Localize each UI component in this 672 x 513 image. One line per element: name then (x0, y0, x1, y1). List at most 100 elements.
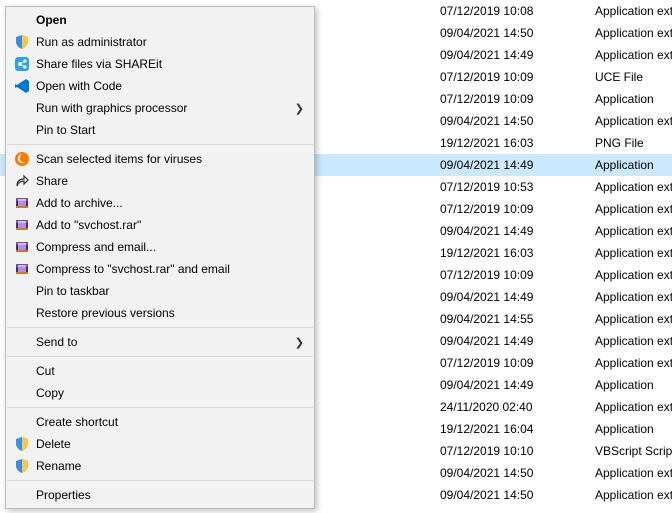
menu-separator (7, 480, 313, 481)
winrar-icon (12, 216, 32, 234)
menu-separator (7, 356, 313, 357)
menu-item-label: Copy (32, 386, 304, 400)
menu-item-label: Compress to "svchost.rar" and email (32, 262, 304, 276)
shield-icon (12, 457, 32, 475)
menu-item[interactable]: Create shortcut (6, 411, 314, 433)
file-date: 07/12/2019 10:09 (440, 268, 595, 282)
menu-item-label: Pin to taskbar (32, 284, 304, 298)
file-date: 19/12/2021 16:04 (440, 422, 595, 436)
file-type: Application extens... (595, 466, 672, 480)
file-type: Application (595, 378, 672, 392)
file-date: 09/04/2021 14:49 (440, 224, 595, 238)
file-type: Application extens... (595, 268, 672, 282)
menu-item[interactable]: Rename (6, 455, 314, 477)
blank-icon (12, 486, 32, 504)
file-date: 09/04/2021 14:50 (440, 26, 595, 40)
blank-icon (12, 304, 32, 322)
menu-item-label: Create shortcut (32, 415, 304, 429)
menu-item-label: Send to (32, 335, 290, 349)
menu-item-label: Run as administrator (32, 35, 304, 49)
file-date: 09/04/2021 14:49 (440, 48, 595, 62)
blank-icon (12, 121, 32, 139)
file-type: VBScript Script File (595, 444, 672, 458)
file-type: Application extens... (595, 180, 672, 194)
blank-icon (12, 333, 32, 351)
file-type: Application extens... (595, 400, 672, 414)
menu-item[interactable]: Share files via SHAREit (6, 53, 314, 75)
menu-item[interactable]: Open (6, 9, 314, 31)
menu-item[interactable]: Share (6, 170, 314, 192)
file-type: Application extens... (595, 488, 672, 502)
menu-item[interactable]: Open with Code (6, 75, 314, 97)
winrar-icon (12, 194, 32, 212)
file-type: Application extens... (595, 26, 672, 40)
file-type: Application extens... (595, 114, 672, 128)
blank-icon (12, 11, 32, 29)
winrar-icon (12, 238, 32, 256)
menu-separator (7, 327, 313, 328)
menu-item[interactable]: Properties (6, 484, 314, 506)
menu-item[interactable]: Compress to "svchost.rar" and email (6, 258, 314, 280)
menu-item[interactable]: Compress and email... (6, 236, 314, 258)
blank-icon (12, 413, 32, 431)
menu-item-label: Share files via SHAREit (32, 57, 304, 71)
menu-item[interactable]: Restore previous versions (6, 302, 314, 324)
shield-icon (12, 435, 32, 453)
file-date: 09/04/2021 14:50 (440, 466, 595, 480)
menu-item-label: Run with graphics processor (32, 101, 290, 115)
menu-item[interactable]: Delete (6, 433, 314, 455)
menu-item-label: Add to "svchost.rar" (32, 218, 304, 232)
file-type: Application extens... (595, 224, 672, 238)
menu-item[interactable]: Run as administrator (6, 31, 314, 53)
menu-item[interactable]: Run with graphics processor❯ (6, 97, 314, 119)
menu-item[interactable]: Add to "svchost.rar" (6, 214, 314, 236)
file-date: 09/04/2021 14:49 (440, 378, 595, 392)
menu-item-label: Open with Code (32, 79, 304, 93)
file-date: 09/04/2021 14:50 (440, 488, 595, 502)
file-date: 09/04/2021 14:49 (440, 290, 595, 304)
file-date: 07/12/2019 10:09 (440, 202, 595, 216)
shield-icon (12, 33, 32, 51)
blank-icon (12, 362, 32, 380)
file-type: Application extens... (595, 48, 672, 62)
menu-separator (7, 407, 313, 408)
file-type: Application (595, 158, 672, 172)
file-date: 19/12/2021 16:03 (440, 246, 595, 260)
vscode-icon (12, 77, 32, 95)
file-type: Application extens... (595, 246, 672, 260)
file-type: Application extens... (595, 312, 672, 326)
winrar-icon (12, 260, 32, 278)
avast-icon (12, 150, 32, 168)
file-date: 24/11/2020 02:40 (440, 400, 595, 414)
file-type: PNG File (595, 136, 672, 150)
menu-item-label: Pin to Start (32, 123, 304, 137)
menu-item[interactable]: Pin to Start (6, 119, 314, 141)
file-type: Application extens... (595, 202, 672, 216)
file-date: 07/12/2019 10:09 (440, 92, 595, 106)
menu-item-label: Share (32, 174, 304, 188)
menu-item[interactable]: Pin to taskbar (6, 280, 314, 302)
file-date: 07/12/2019 10:09 (440, 70, 595, 84)
file-type: Application (595, 422, 672, 436)
file-date: 19/12/2021 16:03 (440, 136, 595, 150)
file-type: Application extens... (595, 334, 672, 348)
file-type: Application extens... (595, 4, 672, 18)
menu-item[interactable]: Cut (6, 360, 314, 382)
file-date: 07/12/2019 10:09 (440, 356, 595, 370)
blank-icon (12, 384, 32, 402)
file-type: Application (595, 92, 672, 106)
menu-item[interactable]: Add to archive... (6, 192, 314, 214)
menu-item-label: Restore previous versions (32, 306, 304, 320)
file-date: 09/04/2021 14:49 (440, 158, 595, 172)
menu-item-label: Compress and email... (32, 240, 304, 254)
menu-item-label: Properties (32, 488, 304, 502)
menu-item[interactable]: Scan selected items for viruses (6, 148, 314, 170)
file-date: 09/04/2021 14:49 (440, 334, 595, 348)
file-date: 09/04/2021 14:50 (440, 114, 595, 128)
menu-item-label: Rename (32, 459, 304, 473)
menu-item[interactable]: Send to❯ (6, 331, 314, 353)
menu-item[interactable]: Copy (6, 382, 314, 404)
menu-separator (7, 144, 313, 145)
blank-icon (12, 282, 32, 300)
file-type: UCE File (595, 70, 672, 84)
